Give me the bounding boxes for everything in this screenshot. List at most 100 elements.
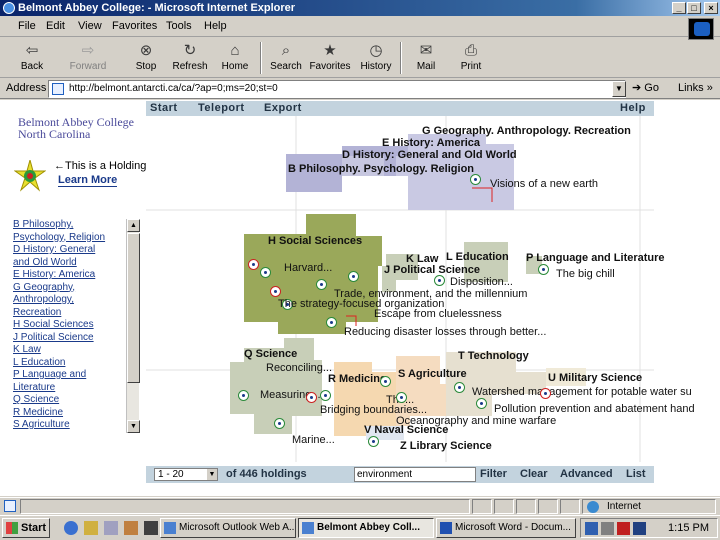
region-h-label[interactable]: H Social Sciences xyxy=(268,235,362,247)
class-link[interactable]: Recreation xyxy=(13,307,125,320)
task-word[interactable]: Microsoft Word - Docum... xyxy=(436,518,576,538)
desktop-quicklaunch-icon[interactable] xyxy=(104,521,118,535)
region-s-label[interactable]: S Agriculture xyxy=(398,368,467,380)
menu-favorites[interactable]: Favorites xyxy=(112,20,157,32)
holding-harvard[interactable]: Harvard... xyxy=(284,262,332,274)
monitor-tray-icon[interactable] xyxy=(633,522,646,535)
holding-escape[interactable]: Escape from cluelessness xyxy=(374,308,502,320)
favorites-button[interactable]: ★ Favorites xyxy=(308,40,352,76)
region-r-label[interactable]: R Medicine xyxy=(328,373,386,385)
advanced-button[interactable]: Advanced xyxy=(560,468,613,480)
region-l-label[interactable]: L Education xyxy=(446,251,509,263)
maximize-button[interactable]: □ xyxy=(687,2,701,14)
holding-marker[interactable] xyxy=(238,390,249,401)
menu-view[interactable]: View xyxy=(78,20,102,32)
links-button[interactable]: Links » xyxy=(678,82,713,94)
holding-marker[interactable] xyxy=(320,390,331,401)
class-link[interactable]: P Language and xyxy=(13,369,125,382)
shortcut-quicklaunch-icon[interactable] xyxy=(144,521,158,535)
region-e-label[interactable]: E History: America xyxy=(382,137,480,149)
class-link[interactable]: and Old World xyxy=(13,257,125,270)
history-button[interactable]: ◷ History xyxy=(354,40,398,76)
search-button[interactable]: ⌕ Search xyxy=(264,40,308,76)
menu-edit[interactable]: Edit xyxy=(46,20,65,32)
menu-tools[interactable]: Tools xyxy=(166,20,192,32)
filter-input[interactable] xyxy=(354,467,476,482)
nav-help[interactable]: Help xyxy=(620,102,646,114)
filter-button[interactable]: Filter xyxy=(480,468,507,480)
ie-quicklaunch-icon[interactable] xyxy=(64,521,78,535)
holding-watershed[interactable]: Watershed management for potable water s… xyxy=(472,386,692,398)
class-link[interactable]: R Medicine xyxy=(13,407,125,420)
network-tray-icon[interactable] xyxy=(585,522,598,535)
class-link[interactable]: Anthropology, xyxy=(13,294,125,307)
scroll-down-button[interactable]: ▼ xyxy=(127,420,140,433)
class-link[interactable]: G Geography, xyxy=(13,282,125,295)
holding-marker[interactable] xyxy=(396,392,407,403)
nav-export[interactable]: Export xyxy=(264,102,302,114)
outlook-quicklaunch-icon[interactable] xyxy=(84,521,98,535)
go-button[interactable]: ➔ Go xyxy=(632,81,659,94)
class-link[interactable]: Literature xyxy=(13,382,125,395)
class-link[interactable]: D History: General xyxy=(13,244,125,257)
holding-marker[interactable] xyxy=(540,388,551,399)
region-z-label[interactable]: Z Library Science xyxy=(400,440,492,452)
holding-pollution[interactable]: Pollution prevention and abatement hand xyxy=(494,403,695,415)
menu-file[interactable]: File xyxy=(18,20,36,32)
volume-tray-icon[interactable] xyxy=(601,522,614,535)
class-list-scrollbar[interactable]: ▲ ▼ xyxy=(126,219,140,433)
forward-button[interactable]: ⇨ Forward xyxy=(66,40,110,76)
holding-marker[interactable] xyxy=(326,317,337,328)
holding-marker[interactable] xyxy=(260,267,271,278)
back-button[interactable]: ⇦ Back xyxy=(10,40,54,76)
knowledge-map[interactable]: G Geography. Anthropology. Recreation E … xyxy=(146,116,695,462)
clear-button[interactable]: Clear xyxy=(520,468,548,480)
mail-button[interactable]: ✉ Mail xyxy=(404,40,448,76)
holding-marker[interactable] xyxy=(380,376,391,387)
holding-marker[interactable] xyxy=(316,279,327,290)
region-b-label[interactable]: B Philosophy. Psychology. Religion xyxy=(288,163,474,175)
region-d-label[interactable]: D History: General and Old World xyxy=(342,149,517,161)
nav-teleport[interactable]: Teleport xyxy=(198,102,245,114)
class-link[interactable]: J Political Science xyxy=(13,332,125,345)
print-button[interactable]: ⎙ Print xyxy=(449,40,493,76)
holding-reconciling[interactable]: Reconciling... xyxy=(266,362,332,374)
start-button[interactable]: Start xyxy=(2,518,50,538)
holding-marker[interactable] xyxy=(454,382,465,393)
class-link[interactable]: Psychology, Religion xyxy=(13,232,125,245)
holding-marker[interactable] xyxy=(434,275,445,286)
class-link[interactable]: H Social Sciences xyxy=(13,319,125,332)
stop-button[interactable]: ⊗ Stop xyxy=(124,40,168,76)
holding-marker[interactable] xyxy=(248,259,259,270)
holding-visions[interactable]: Visions of a new earth xyxy=(490,178,598,190)
class-link[interactable]: B Philosophy, xyxy=(13,219,125,232)
region-u-label[interactable]: U Military Science xyxy=(548,372,642,384)
antivirus-tray-icon[interactable] xyxy=(617,522,630,535)
address-input[interactable]: http://belmont.antarcti.ca/ca/?ap=0;ms=2… xyxy=(48,80,626,98)
holding-marker[interactable] xyxy=(538,264,549,275)
holding-marker[interactable] xyxy=(476,398,487,409)
menu-help[interactable]: Help xyxy=(204,20,227,32)
region-p-label[interactable]: P Language and Literature xyxy=(526,252,665,264)
holding-marker[interactable] xyxy=(348,271,359,282)
learn-more-link[interactable]: Learn More xyxy=(58,174,118,187)
scroll-thumb[interactable] xyxy=(127,233,140,383)
address-dropdown-button[interactable]: ▼ xyxy=(612,81,626,97)
scroll-up-button[interactable]: ▲ xyxy=(127,219,140,232)
region-t-label[interactable]: T Technology xyxy=(458,350,529,362)
class-link[interactable]: K Law xyxy=(13,344,125,357)
holding-marine[interactable]: Marine... xyxy=(292,434,335,446)
holding-marker[interactable] xyxy=(470,174,481,185)
class-link[interactable]: L Education xyxy=(13,357,125,370)
holding-marker[interactable] xyxy=(306,392,317,403)
range-select[interactable]: 1 - 20 ▼ xyxy=(154,468,218,481)
holding-marker[interactable] xyxy=(274,418,285,429)
task-belmont[interactable]: Belmont Abbey Coll... xyxy=(298,518,434,538)
region-g-label[interactable]: G Geography. Anthropology. Recreation xyxy=(422,125,631,137)
region-q-label[interactable]: Q Science xyxy=(244,348,297,360)
holding-marker[interactable] xyxy=(270,286,281,297)
class-link[interactable]: S Agriculture xyxy=(13,419,125,432)
class-link[interactable]: Q Science xyxy=(13,394,125,407)
holding-disposition[interactable]: Disposition... xyxy=(450,276,513,288)
class-link[interactable]: E History: America xyxy=(13,269,125,282)
